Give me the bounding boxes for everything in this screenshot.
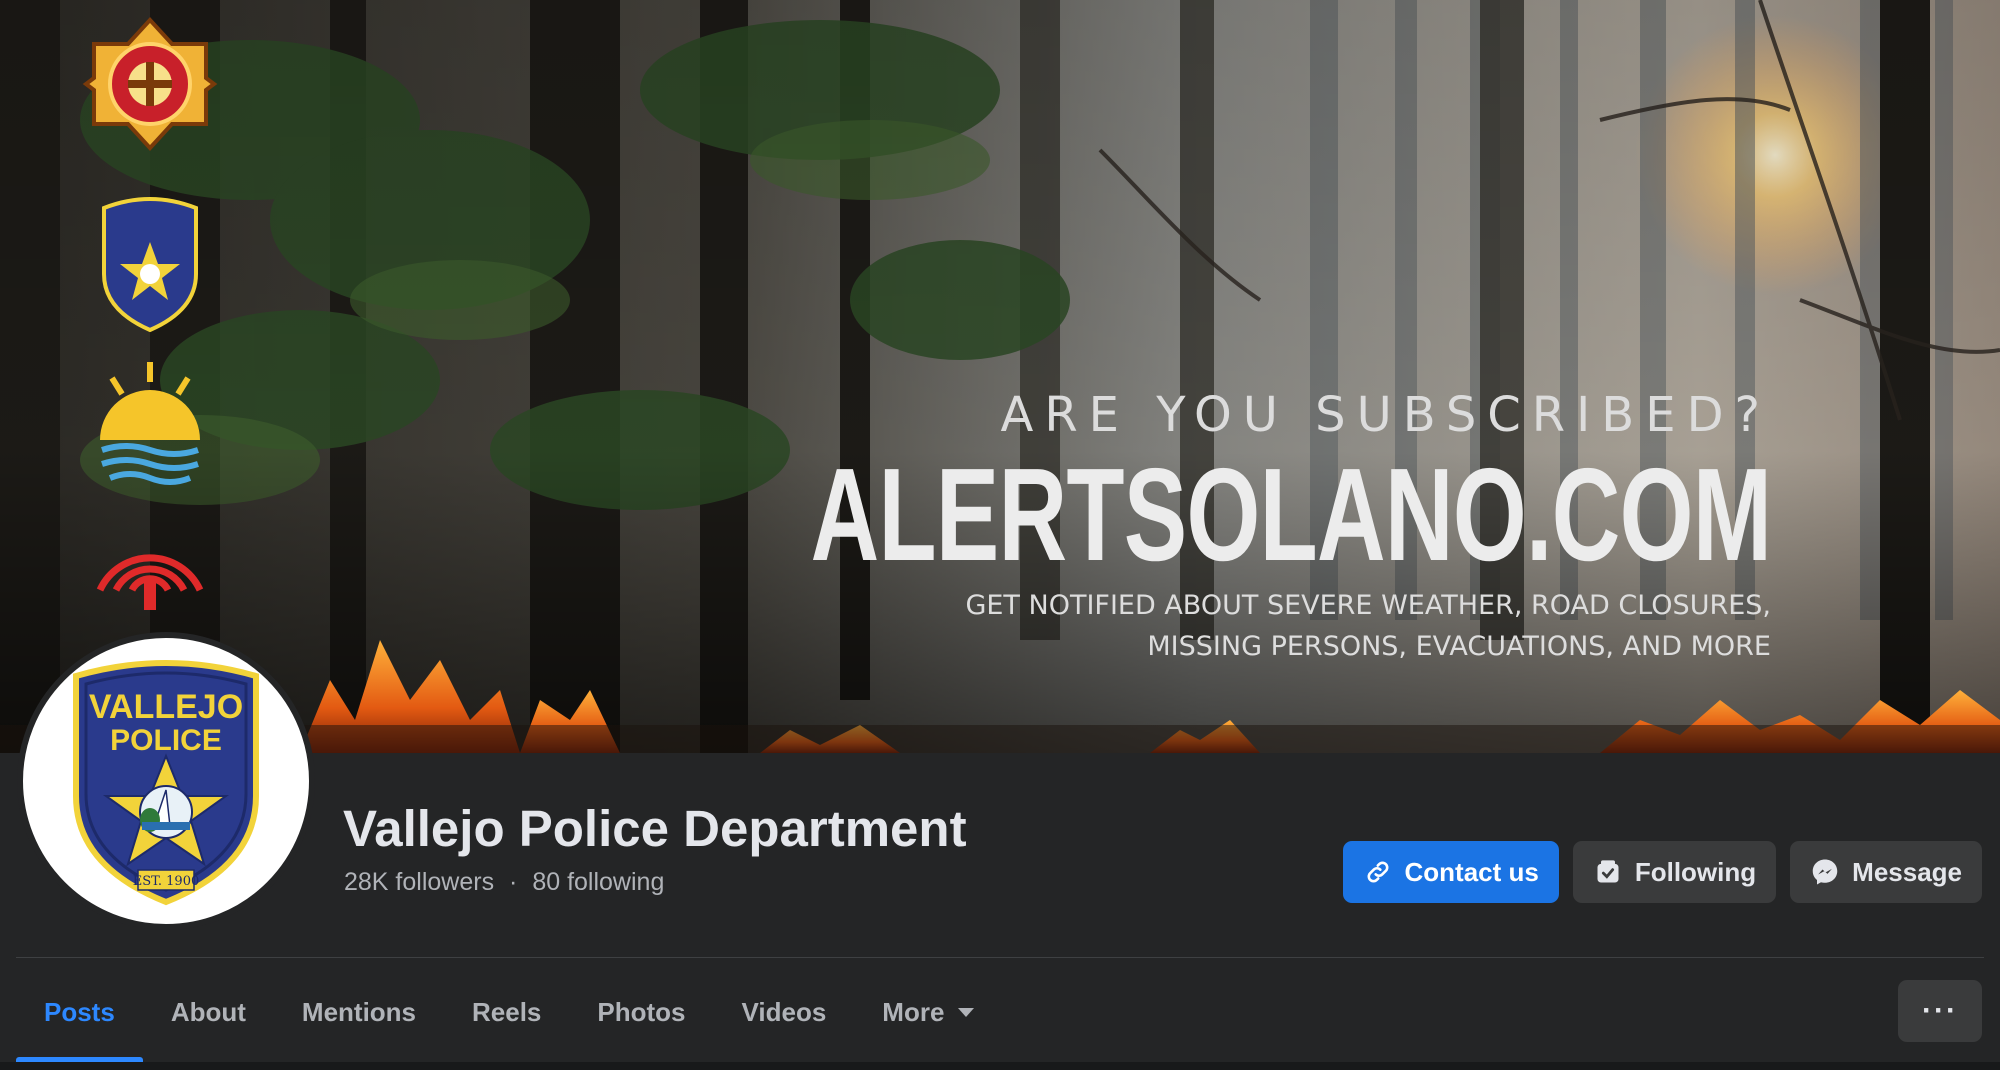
header-divider [16, 957, 1984, 958]
avatar-badge-mid: POLICE [110, 724, 222, 757]
followers-count[interactable]: 28K followers [344, 868, 494, 897]
separator-dot: · [509, 868, 518, 896]
profile-actions: Contact us Following Message [1342, 841, 1982, 903]
page-bottom-edge [0, 1062, 2000, 1070]
tab-posts-label: Posts [44, 996, 115, 1027]
avatar-badge-est: EST. 1900 [133, 874, 200, 889]
link-icon [1363, 857, 1393, 887]
tab-videos-label: Videos [741, 996, 827, 1027]
fire-department-badge [82, 17, 218, 151]
tab-photos[interactable]: Photos [569, 962, 713, 1062]
message-button[interactable]: Message [1790, 841, 1982, 903]
profile-tabs: Posts About Mentions Reels Photos Videos… [16, 962, 1002, 1062]
sun-waves-logo [100, 362, 200, 485]
avatar-badge-top: VALLEJO [89, 688, 243, 726]
tab-more[interactable]: More [854, 962, 1002, 1062]
alert-broadcast-icon [96, 554, 204, 610]
tab-more-label: More [882, 996, 945, 1027]
tab-videos[interactable]: Videos [714, 962, 855, 1062]
tab-mentions[interactable]: Mentions [274, 962, 444, 1062]
following-count[interactable]: 80 following [532, 868, 664, 897]
cover-question: ARE YOU SUBSCRIBED? [1000, 387, 1771, 443]
page-stats: 28K followers · 80 following [344, 868, 664, 897]
tab-mentions-label: Mentions [301, 996, 417, 1027]
following-label: Following [1634, 856, 1757, 887]
agency-logos [80, 14, 220, 610]
cover-photo[interactable]: ARE YOU SUBSCRIBED? ALERTSOLANO.COM GET … [0, 0, 2000, 753]
cover-subline-2: MISSING PERSONS, EVACUATIONS, AND MORE [1147, 631, 1771, 662]
tab-reels[interactable]: Reels [444, 962, 569, 1062]
contact-us-button[interactable]: Contact us [1342, 841, 1559, 903]
tab-about-label: About [170, 996, 246, 1027]
profile-avatar[interactable]: VALLEJO POLICE EST. 1900 [17, 632, 315, 930]
tab-photos-label: Photos [597, 996, 686, 1027]
more-options-button[interactable]: ··· [1898, 980, 1982, 1042]
cover-subline-1: GET NOTIFIED ABOUT SEVERE WEATHER, ROAD … [965, 590, 1771, 621]
following-button[interactable]: Following [1572, 841, 1777, 903]
tab-posts[interactable]: Posts [16, 962, 143, 1062]
contact-us-label: Contact us [1404, 856, 1539, 887]
message-label: Message [1852, 856, 1962, 887]
police-badge-icon: VALLEJO POLICE EST. 1900 [73, 660, 259, 906]
cover-headline: ARE YOU SUBSCRIBED? ALERTSOLANO.COM GET … [437, 385, 1771, 667]
messenger-icon [1810, 857, 1840, 887]
cover-website: ALERTSOLANO.COM [810, 441, 1771, 588]
page-title: Vallejo Police Department [343, 800, 967, 857]
police-badge-small [102, 197, 198, 333]
following-check-icon [1593, 857, 1623, 887]
caret-down-icon [958, 1007, 975, 1017]
tab-about[interactable]: About [143, 962, 274, 1062]
tab-reels-label: Reels [472, 996, 542, 1027]
